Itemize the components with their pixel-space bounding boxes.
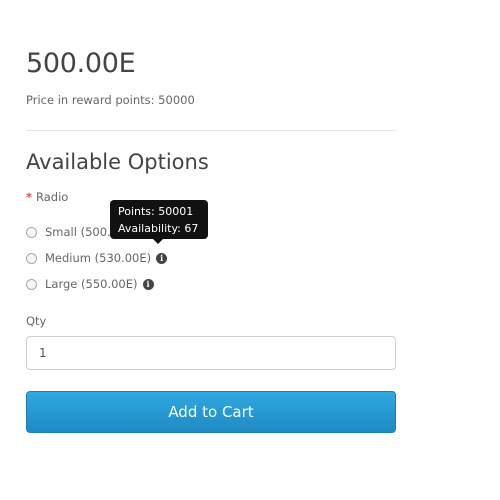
- option-tooltip: Points: 50001 Availability: 67: [110, 200, 208, 239]
- available-options-heading: Available Options: [26, 150, 209, 174]
- option-small-label: Small (500.: [45, 225, 111, 239]
- tooltip-points: Points: 50001: [118, 205, 194, 218]
- radio-button-small[interactable]: [26, 226, 37, 238]
- radio-button-large[interactable]: [26, 278, 37, 290]
- info-icon[interactable]: i: [142, 278, 154, 290]
- tooltip-availability: Availability: 67: [118, 222, 199, 235]
- quantity-input[interactable]: 1: [26, 336, 396, 370]
- reward-points-text: Price in reward points: 50000: [26, 93, 195, 107]
- tooltip-arrow: [153, 239, 163, 244]
- option-large-label: Large (550.00E): [45, 277, 138, 291]
- divider: [26, 130, 396, 131]
- option-large[interactable]: Large (550.00E) i: [26, 277, 154, 291]
- add-to-cart-button[interactable]: Add to Cart: [26, 391, 396, 433]
- option-small[interactable]: Small (500.: [26, 225, 111, 239]
- option-medium[interactable]: Medium (530.00E) i: [26, 251, 168, 265]
- required-marker: *: [26, 190, 33, 204]
- product-price: 500.00E: [26, 48, 136, 79]
- product-options-page: 500.00E Price in reward points: 50000 Av…: [0, 0, 500, 500]
- info-icon[interactable]: i: [156, 252, 168, 264]
- radio-option-label: * Radio: [26, 190, 68, 204]
- option-medium-label: Medium (530.00E): [45, 251, 152, 265]
- radio-label-text: Radio: [36, 190, 69, 204]
- quantity-label: Qty: [26, 314, 47, 328]
- radio-button-medium[interactable]: [26, 252, 37, 264]
